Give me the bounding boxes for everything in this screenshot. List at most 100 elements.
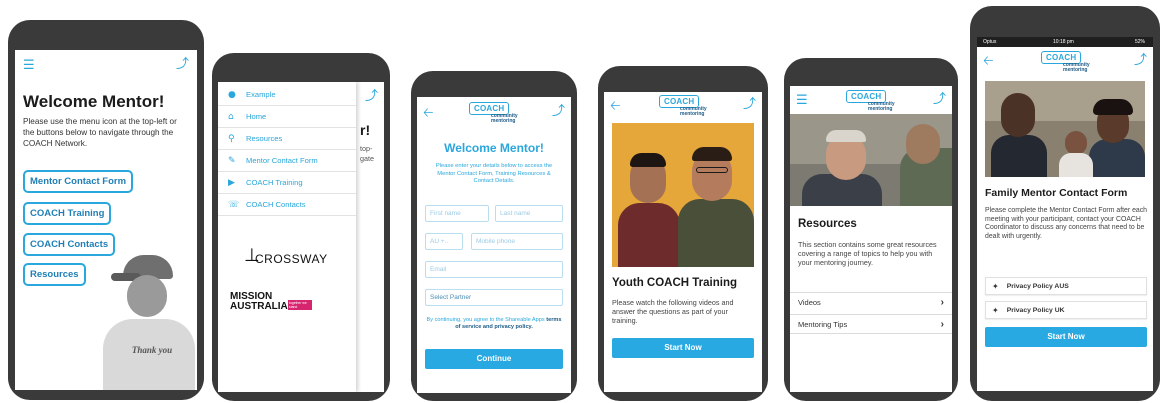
mission-australia-tag: together we stand xyxy=(288,300,312,310)
mobile-phone-field[interactable]: Mobile phone xyxy=(471,233,563,250)
woman-body xyxy=(1089,139,1145,177)
email-field[interactable]: Email xyxy=(425,261,563,278)
mentee-photo: Thank you xyxy=(93,245,197,390)
policy-label: Privacy Policy UK xyxy=(1006,306,1065,314)
share-icon[interactable]: ⤴ xyxy=(176,58,189,71)
woman-hair xyxy=(1093,99,1133,115)
phone-family-form: Optus 10:18 pm 52% 🡠 COACH community men… xyxy=(970,6,1160,401)
coach-logo-subtitle: community mentoring xyxy=(868,101,895,112)
crossway-wordmark: CROSSWAY xyxy=(255,252,328,266)
start-now-button[interactable]: Start Now xyxy=(612,338,754,358)
share-icon[interactable]: ⤴ xyxy=(1134,54,1147,67)
coach-logo-subtitle: community mentoring xyxy=(491,113,518,124)
list-item-videos[interactable]: Videos › xyxy=(790,292,952,312)
resources-screen: ☰ COACH community mentoring ⤴ Resources … xyxy=(790,86,952,392)
hamburger-menu-icon[interactable]: ☰ xyxy=(796,94,808,107)
drawer-item-resources[interactable]: ⚲ Resources xyxy=(218,128,356,150)
drawer-item-coach-contacts[interactable]: ☏ COACH Contacts xyxy=(218,194,356,216)
person-left-hair xyxy=(630,153,666,167)
edit-icon: ✎ xyxy=(228,155,236,166)
top-bar: ☰ ⤴ xyxy=(15,50,197,76)
status-time: 10:18 pm xyxy=(1053,39,1074,45)
chevron-right-icon: › xyxy=(940,297,944,308)
training-text: Please watch the following videos and an… xyxy=(612,298,734,325)
page-title: Welcome Mentor! xyxy=(444,141,544,155)
youth-training-screen: 🡠 COACH community mentoring ⤴ Youth COAC… xyxy=(604,92,762,392)
family-photo xyxy=(985,81,1145,177)
user-icon: ● xyxy=(228,89,236,100)
star-icon: ✦ xyxy=(992,281,999,291)
back-arrow-icon[interactable]: 🡠 xyxy=(983,55,994,68)
intro-text: Please use the menu icon at the top-left… xyxy=(23,117,177,148)
australia-wordmark: AUSTRALIA xyxy=(230,301,288,312)
terms-prefix: By continuing, you agree to the Shareabl… xyxy=(426,317,545,323)
privacy-policy-aus-link[interactable]: ✦ Privacy Policy AUS xyxy=(985,277,1147,295)
man-right-head xyxy=(906,124,940,164)
carrier-label: Optus xyxy=(983,39,997,45)
coach-logo-subtitle: community mentoring xyxy=(680,106,707,117)
resources-text: This section contains some great resourc… xyxy=(798,240,937,267)
page-title: Family Mentor Contact Form xyxy=(985,187,1128,199)
page-title: Youth COACH Training xyxy=(612,277,738,289)
login-screen: 🡠 COACH community mentoring ⤴ Welcome Me… xyxy=(417,97,571,393)
child-body xyxy=(1059,153,1093,177)
background-text-fragment-1: top- xyxy=(360,144,373,153)
resources-button[interactable]: Resources xyxy=(23,263,86,286)
welcome-screen: ☰ ⤴ Welcome Mentor! Please use the menu … xyxy=(15,50,197,390)
person-left-body xyxy=(618,203,680,267)
share-icon[interactable]: ⤴ xyxy=(552,105,565,118)
home-icon: ⌂ xyxy=(228,111,234,122)
menu-screen: ⤴ r! top- gate ● Example ⌂ Home ⚲ Resources… xyxy=(218,82,384,392)
person-right-hair xyxy=(692,147,732,161)
shirt-print: Thank you xyxy=(131,345,173,355)
phone-menu: ⤴ r! top- gate ● Example ⌂ Home ⚲ Resources… xyxy=(212,53,390,401)
list-item-mentoring-tips[interactable]: Mentoring Tips › xyxy=(790,314,952,334)
youth-photo xyxy=(612,123,754,267)
crossway-logo: ⊥ CROSSWAY xyxy=(244,246,344,270)
start-now-button[interactable]: Start Now xyxy=(985,327,1147,347)
share-icon[interactable]: ⤴ xyxy=(933,93,946,106)
man-left-hair xyxy=(826,130,866,142)
select-partner-dropdown[interactable]: Select Partner xyxy=(425,289,563,306)
mentor-photo xyxy=(790,114,952,206)
first-name-field[interactable]: First name xyxy=(425,205,489,222)
continue-button[interactable]: Continue xyxy=(425,349,563,369)
battery-level: 52% xyxy=(1134,39,1145,45)
drawer-item-example[interactable]: ● Example xyxy=(218,84,356,106)
phone-icon: ☏ xyxy=(228,199,240,210)
phone-welcome: ☰ ⤴ Welcome Mentor! Please use the menu … xyxy=(8,20,204,400)
country-code-select[interactable]: AU +.. xyxy=(425,233,463,250)
glasses-shape xyxy=(696,167,728,173)
share-icon[interactable]: ⤴ xyxy=(365,90,378,103)
terms-text: By continuing, you agree to the Shareabl… xyxy=(425,317,563,331)
status-bar: Optus 10:18 pm 52% xyxy=(977,37,1153,47)
star-icon: ✦ xyxy=(992,305,999,315)
drawer-item-mentor-contact-form[interactable]: ✎ Mentor Contact Form xyxy=(218,150,356,172)
coach-logo-subtitle: community mentoring xyxy=(1063,62,1090,73)
last-name-field[interactable]: Last name xyxy=(495,205,563,222)
back-arrow-icon[interactable]: 🡠 xyxy=(610,100,621,113)
list-item-label: Mentoring Tips xyxy=(798,319,848,329)
navigation-drawer: ● Example ⌂ Home ⚲ Resources ✎ Mentor Contac… xyxy=(218,82,356,392)
phone-login: 🡠 COACH community mentoring ⤴ Welcome Me… xyxy=(411,71,577,401)
intro-text: Please enter your details below to acces… xyxy=(435,163,553,184)
drawer-item-coach-training[interactable]: ▶ COACH Training xyxy=(218,172,356,194)
lightbulb-icon: ⚲ xyxy=(228,133,235,144)
phone-youth-training: 🡠 COACH community mentoring ⤴ Youth COAC… xyxy=(598,66,768,401)
coach-training-button[interactable]: COACH Training xyxy=(23,202,112,225)
hamburger-menu-icon[interactable]: ☰ xyxy=(23,59,35,72)
share-icon[interactable]: ⤴ xyxy=(743,98,756,111)
back-arrow-icon[interactable]: 🡠 xyxy=(423,107,434,120)
policy-label: Privacy Policy AUS xyxy=(1006,282,1069,290)
man-head xyxy=(1001,93,1035,137)
background-title-fragment: r! xyxy=(360,122,371,138)
mission-australia-logo: MISSION AUSTRALIA together we stand xyxy=(230,292,350,320)
play-icon: ▶ xyxy=(228,177,235,188)
head-shape xyxy=(127,275,167,317)
form-instructions: Please complete the Mentor Contact Form … xyxy=(985,207,1148,240)
mentor-contact-form-button[interactable]: Mentor Contact Form xyxy=(23,170,134,193)
drawer-item-home[interactable]: ⌂ Home xyxy=(218,106,356,128)
person-right-body xyxy=(678,199,754,267)
privacy-policy-uk-link[interactable]: ✦ Privacy Policy UK xyxy=(985,301,1147,319)
app-showcase: ☰ ⤴ Welcome Mentor! Please use the menu … xyxy=(0,0,1164,403)
